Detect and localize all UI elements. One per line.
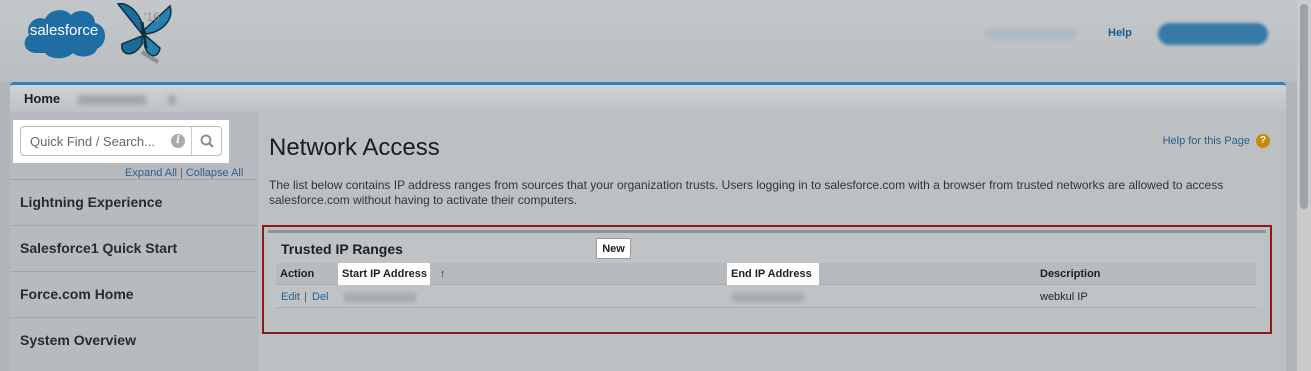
page-description: The list below contains IP address range… — [269, 178, 1224, 207]
end-ip-redacted — [732, 293, 804, 302]
header: salesforce '16 Help — [0, 0, 1311, 82]
search-button[interactable] — [191, 127, 221, 155]
expand-all-link[interactable]: Expand All — [125, 167, 177, 179]
info-icon[interactable]: i — [171, 134, 185, 148]
edit-link[interactable]: Edit — [281, 286, 300, 308]
sidebar-item-salesforce1-quick-start[interactable]: Salesforce1 Quick Start — [10, 225, 257, 271]
quick-find-input[interactable] — [21, 133, 171, 149]
help-link[interactable]: Help — [1108, 27, 1132, 39]
sidebar-item-lightning-experience[interactable]: Lightning Experience — [10, 179, 257, 225]
tab-bar: Home — [10, 82, 1286, 112]
sidebar-item-force-com-home[interactable]: Force.com Home — [10, 271, 257, 317]
scrollbar-thumb[interactable] — [1300, 4, 1308, 209]
column-header-start-ip[interactable]: Start IP Address — [338, 263, 430, 285]
trusted-ip-ranges-panel: Trusted IP Ranges New Action Start IP Ad… — [268, 230, 1266, 308]
collapse-all-link[interactable]: Collapse All — [186, 167, 243, 179]
tab-home[interactable]: Home — [24, 91, 60, 106]
panel-title: Trusted IP Ranges — [281, 241, 403, 257]
table-header: Action Start IP Address ↑ End IP Address… — [276, 263, 1256, 285]
setup-sidebar: i Expand All|Collapse All Lightning Expe… — [10, 112, 257, 371]
help-for-this-page-link[interactable]: Help for this Page ? — [1163, 134, 1270, 148]
delete-link[interactable]: Del — [312, 286, 329, 308]
quick-find-container: i — [13, 120, 229, 163]
tab-redacted[interactable] — [78, 95, 146, 105]
start-ip-redacted — [344, 293, 416, 302]
redacted-header-link[interactable] — [985, 28, 1077, 40]
main-content: Network Access Help for this Page ? The … — [258, 112, 1286, 371]
expand-collapse-links: Expand All | Collapse All — [125, 167, 243, 179]
quick-find-box: i — [20, 126, 222, 156]
column-header-end-ip[interactable]: End IP Address — [727, 263, 819, 285]
action-separator: | — [304, 291, 307, 303]
release-badge: '16 — [144, 10, 160, 24]
column-header-description[interactable]: Description — [1036, 263, 1101, 285]
search-icon — [200, 134, 214, 148]
new-button[interactable]: New — [596, 238, 631, 259]
tab-redacted-more[interactable] — [168, 95, 176, 105]
sidebar-item-system-overview[interactable]: System Overview — [10, 317, 257, 363]
salesforce-logo[interactable]: salesforce — [19, 3, 109, 63]
separator: | — [179, 167, 183, 179]
help-for-this-page-label: Help for this Page — [1162, 135, 1250, 147]
help-question-icon: ? — [1256, 134, 1270, 148]
logo-text: salesforce — [29, 22, 99, 39]
column-header-action: Action — [280, 268, 315, 280]
table-row: Edit | Del webkul IP — [276, 286, 1256, 308]
user-menu-button[interactable] — [1158, 23, 1268, 45]
page-title: Network Access — [269, 134, 440, 161]
row-description: webkul IP — [1040, 291, 1088, 303]
vertical-scrollbar[interactable] — [1297, 0, 1311, 371]
sort-ascending-icon: ↑ — [440, 268, 446, 280]
